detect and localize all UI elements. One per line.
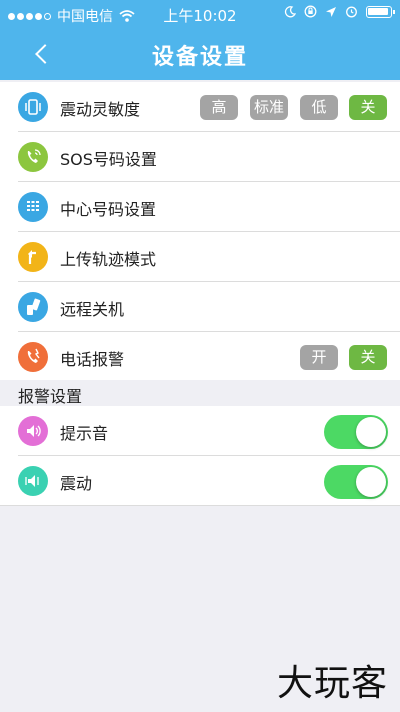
dialpad-icon xyxy=(18,192,48,222)
option-off-button[interactable]: 关 xyxy=(349,95,387,120)
setting-row-vibration: 震动 xyxy=(0,456,400,506)
setting-label: 震动灵敏度 xyxy=(60,100,141,119)
moon-icon xyxy=(284,5,296,17)
toggle-knob xyxy=(356,417,386,447)
setting-row-phone-alarm: 电话报警 开 关 xyxy=(0,332,400,382)
section-header: 报警设置 xyxy=(0,380,400,406)
prompt-sound-toggle[interactable] xyxy=(324,415,388,449)
toggle-knob xyxy=(356,467,386,497)
vibrate-phone-icon xyxy=(18,92,48,122)
vibration-toggle[interactable] xyxy=(324,465,388,499)
remote-shutdown-icon xyxy=(18,292,48,322)
option-on-button[interactable]: 开 xyxy=(300,345,338,370)
option-low-button[interactable]: 低 xyxy=(300,95,338,120)
option-high-button[interactable]: 高 xyxy=(200,95,238,120)
device-settings-list: 震动灵敏度 高 标准 低 关 SOS号码设置 中心号码设置 上传轨迹模式 远程关… xyxy=(0,82,400,380)
alarm-settings-list: 提示音 震动 xyxy=(0,406,400,506)
setting-row-vibration-sensitivity: 震动灵敏度 高 标准 低 关 xyxy=(0,82,400,132)
status-bar-right xyxy=(284,5,395,18)
alarm-icon xyxy=(346,6,357,18)
option-standard-button[interactable]: 标准 xyxy=(250,95,288,120)
setting-label: 中心号码设置 xyxy=(60,200,157,219)
section-header-label: 报警设置 xyxy=(18,387,83,406)
lock-rotation-icon xyxy=(304,5,317,18)
setting-label: 电话报警 xyxy=(60,350,125,369)
row-divider xyxy=(0,505,400,506)
location-arrow-icon xyxy=(326,6,336,17)
nav-bar: 设备设置 xyxy=(0,28,400,80)
phone-call-icon xyxy=(18,142,48,172)
upload-arrow-icon xyxy=(18,242,48,272)
setting-label: 远程关机 xyxy=(60,300,125,319)
option-off-button[interactable]: 关 xyxy=(349,345,387,370)
setting-row-center-number[interactable]: 中心号码设置 xyxy=(0,182,400,232)
setting-label: 上传轨迹模式 xyxy=(60,250,157,269)
page-title: 设备设置 xyxy=(151,45,248,70)
setting-row-remote-shutdown[interactable]: 远程关机 xyxy=(0,282,400,332)
watermark-logo: 大玩客 xyxy=(276,663,388,704)
setting-row-upload-track-mode[interactable]: 上传轨迹模式 xyxy=(0,232,400,282)
phone-alarm-icon xyxy=(18,342,48,372)
setting-label: 震动 xyxy=(60,474,93,493)
setting-label: 提示音 xyxy=(60,424,109,443)
vibration-speaker-icon xyxy=(18,466,48,496)
setting-row-prompt-sound: 提示音 xyxy=(0,406,400,456)
speaker-icon xyxy=(18,416,48,446)
setting-label: SOS号码设置 xyxy=(60,150,157,169)
setting-row-sos-number[interactable]: SOS号码设置 xyxy=(0,132,400,182)
status-bar: 中国电信 上午10:02 xyxy=(0,0,400,28)
battery-icon xyxy=(366,5,395,18)
